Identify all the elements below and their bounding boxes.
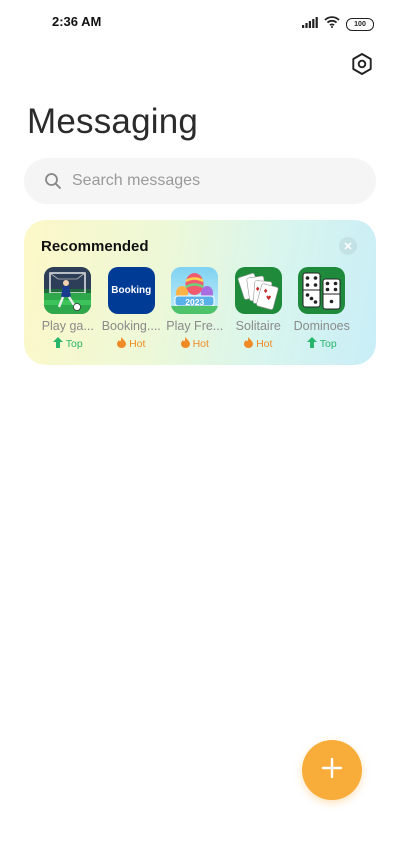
app-badge-label: Hot [129, 338, 146, 350]
search-input[interactable] [70, 171, 354, 191]
wifi-icon [324, 15, 340, 33]
app-name: Booking.... [101, 319, 161, 333]
app-item-play-free[interactable]: 2023 Play Fre... Hot [163, 267, 227, 357]
app-badge-label: Hot [192, 338, 209, 350]
status-bar: 2:36 AM 100 [0, 0, 400, 44]
dominoes-app-icon [298, 267, 346, 314]
app-badge-label: Top [319, 338, 337, 350]
easter-game-icon: 2023 [171, 267, 219, 314]
plus-icon [321, 757, 343, 784]
game-year-text: 2023 [185, 297, 205, 307]
app-name: Play Fre... [166, 319, 224, 333]
app-badge-label: Top [65, 338, 83, 350]
gear-hexagon-icon [350, 52, 374, 81]
page-title: Messaging [27, 102, 199, 141]
app-name: Dominoes [293, 319, 350, 333]
flame-icon [244, 337, 254, 351]
close-icon [344, 237, 352, 255]
battery-indicator: 100 [346, 17, 374, 31]
arrow-up-icon [52, 337, 63, 351]
app-name: Solitaire [235, 319, 281, 333]
svg-text:♦: ♦ [263, 288, 268, 295]
app-badge: Top [52, 337, 83, 351]
arrow-up-icon [306, 337, 317, 351]
settings-button[interactable] [347, 51, 377, 81]
status-time: 2:36 AM [52, 14, 102, 29]
app-badge: Top [306, 337, 337, 351]
svg-text:♦: ♦ [255, 286, 260, 293]
app-name: Play ga... [41, 319, 94, 333]
signal-icon [302, 15, 318, 33]
svg-text:♥: ♥ [266, 295, 271, 302]
solitaire-app-icon: ♦ ♥ ♦ [234, 267, 282, 314]
close-recommended-button[interactable] [339, 237, 357, 255]
app-badge: Hot [244, 337, 272, 351]
recommended-card: Recommended Play ga... Top Booking Booki… [24, 220, 376, 365]
app-badge: Hot [180, 337, 209, 351]
app-item-solitaire[interactable]: ♦ ♥ ♦ Solitaire Hot [227, 267, 291, 357]
flame-icon [117, 337, 127, 351]
booking-app-icon: Booking [107, 267, 155, 314]
app-item-play-games[interactable]: Play ga... Top [36, 267, 100, 357]
new-message-button[interactable] [302, 740, 362, 800]
app-item-booking[interactable]: Booking Booking.... Hot [100, 267, 164, 357]
search-icon [44, 172, 62, 190]
flame-icon [180, 337, 190, 351]
app-badge-label: Hot [256, 338, 273, 350]
app-item-dominoes[interactable]: Dominoes Top [290, 267, 354, 357]
booking-logo-text: Booking [111, 285, 152, 296]
app-badge: Hot [117, 337, 145, 351]
search-bar[interactable] [24, 158, 376, 204]
soccer-game-icon [44, 267, 92, 314]
status-icons: 100 [302, 15, 374, 33]
recommended-apps-row: Play ga... Top Booking Booking.... Hot 2… [36, 267, 366, 357]
recommended-title: Recommended [41, 238, 149, 255]
